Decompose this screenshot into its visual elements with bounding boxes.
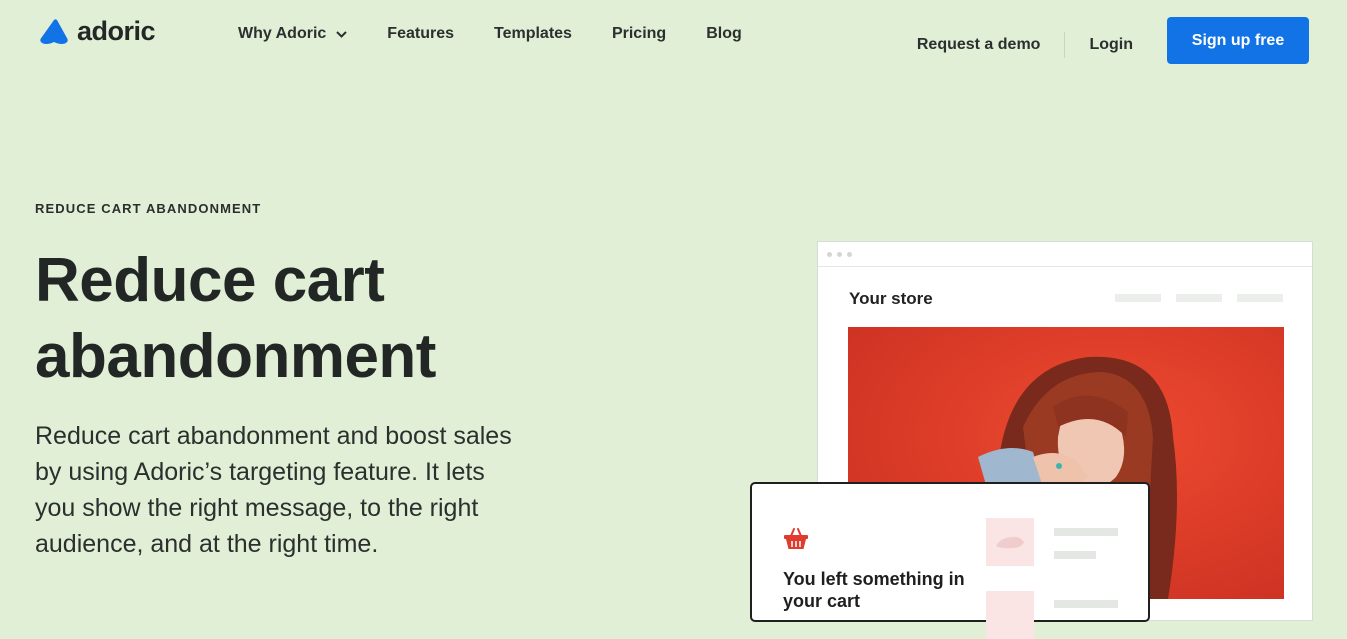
menu-placeholder <box>1115 294 1161 302</box>
header-divider <box>1064 31 1066 58</box>
menu-placeholder <box>1237 294 1283 302</box>
store-menu-placeholders <box>1115 294 1283 302</box>
hero-headline-line1: Reduce cart <box>35 246 385 315</box>
placeholder-line <box>1054 600 1118 608</box>
browser-bar <box>818 242 1312 267</box>
nav-features[interactable]: Features <box>387 25 454 43</box>
popup-title: You left something in your cart <box>783 569 965 611</box>
placeholder-line <box>1054 551 1096 559</box>
logo-triangle-icon <box>40 19 68 44</box>
nav-templates[interactable]: Templates <box>494 25 572 43</box>
logo-text: adoric <box>77 16 156 46</box>
placeholder-line <box>1054 528 1118 536</box>
login-link[interactable]: Login <box>1089 36 1133 54</box>
header-actions: Request a demo Login Sign up free <box>917 17 1309 64</box>
adoric-logo[interactable]: adoric <box>39 16 156 46</box>
chevron-down-icon <box>336 30 348 38</box>
hero-headline: Reduce cart abandonment <box>35 243 635 395</box>
browser-dot <box>827 251 832 257</box>
signup-button[interactable]: Sign up free <box>1167 17 1309 64</box>
hero-eyebrow: REDUCE CART ABANDONMENT <box>35 201 262 216</box>
request-demo-link[interactable]: Request a demo <box>917 36 1041 54</box>
shopping-basket-icon <box>784 528 808 549</box>
hero-description: Reduce cart abandonment and boost sales … <box>35 422 512 558</box>
product-thumbnail <box>986 591 1034 639</box>
product-thumbnail <box>986 518 1034 566</box>
nav-blog[interactable]: Blog <box>706 25 742 43</box>
main-nav: Why Adoric Features Templates Pricing Bl… <box>238 25 742 43</box>
nav-why-adoric[interactable]: Why Adoric <box>238 25 348 43</box>
store-title: Your store <box>849 289 933 308</box>
menu-placeholder <box>1176 294 1222 302</box>
nav-pricing[interactable]: Pricing <box>612 25 666 43</box>
hero-headline-line2: abandonment <box>35 322 436 391</box>
nav-why-adoric-label: Why Adoric <box>238 25 327 42</box>
shoe-icon <box>996 536 1024 549</box>
browser-dot <box>837 251 842 257</box>
browser-dot <box>847 251 852 257</box>
cart-popup[interactable]: You left something in your cart <box>750 482 1150 639</box>
